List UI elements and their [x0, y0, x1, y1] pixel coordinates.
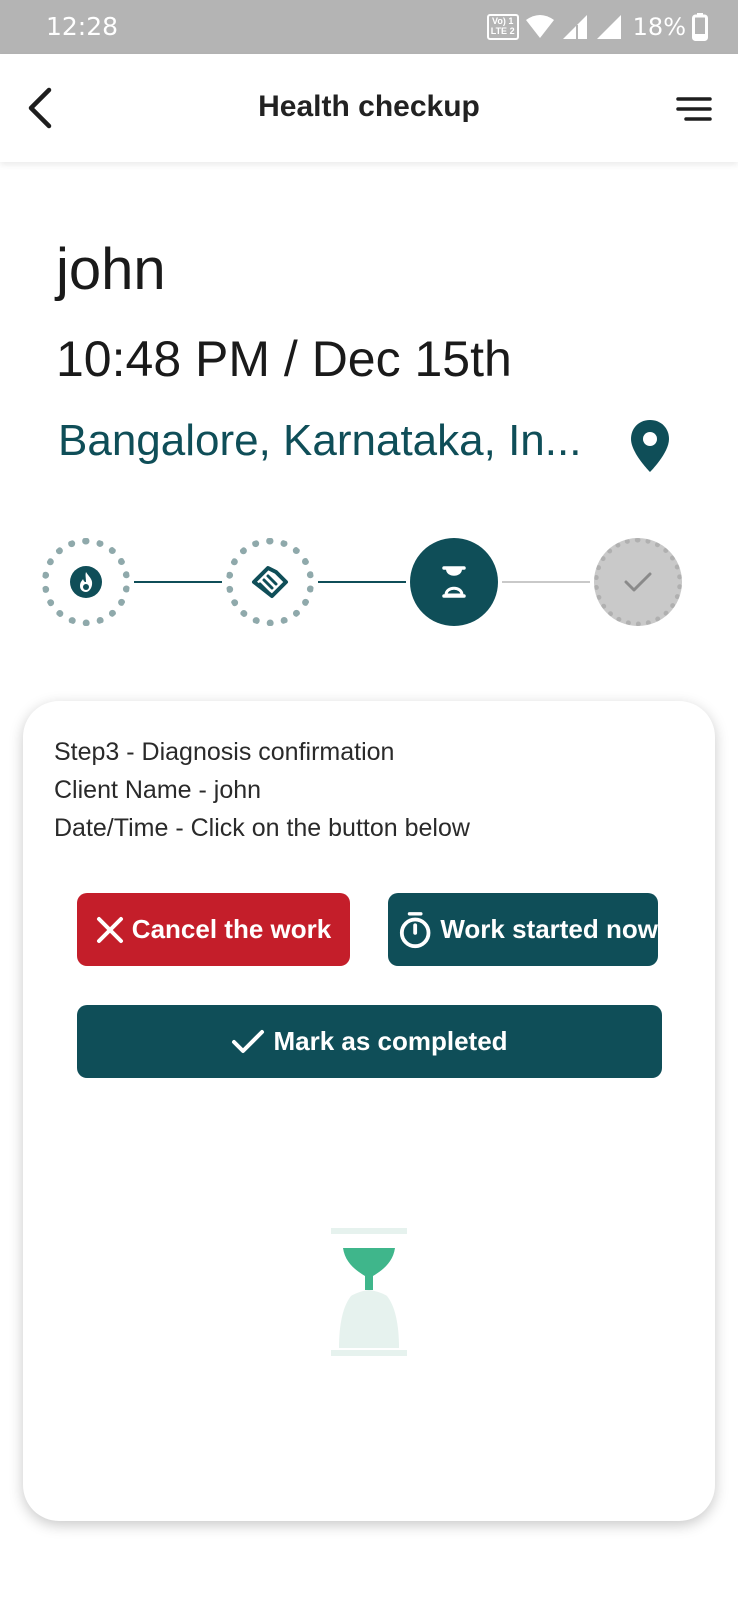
status-icons: Vo) 1 LTE 2 18% — [486, 12, 708, 42]
handshake-icon — [252, 566, 288, 598]
work-started-label: Work started now — [440, 914, 658, 944]
client-name: john — [56, 237, 166, 302]
cancel-work-label: Cancel the work — [131, 914, 332, 944]
step-3-diagnosis — [410, 538, 498, 626]
status-time: 12:28 — [46, 12, 119, 41]
check-icon — [624, 572, 652, 592]
battery-icon — [692, 13, 708, 41]
stopwatch-icon — [399, 911, 431, 948]
work-started-button[interactable]: Work started now — [388, 893, 658, 966]
step-2-accepted — [226, 538, 314, 626]
signal-icon — [562, 15, 587, 39]
menu-icon — [676, 97, 712, 121]
flame-icon — [70, 566, 102, 598]
page-title: Health checkup — [258, 90, 480, 123]
step-4-completed — [594, 538, 682, 626]
mark-completed-label: Mark as completed — [273, 1026, 508, 1056]
hourglass-icon — [442, 566, 466, 598]
app-bar: Health checkup — [0, 54, 738, 162]
status-bar: 12:28 Vo) 1 LTE 2 18% — [0, 0, 738, 54]
battery-percent: 18% — [632, 13, 686, 41]
work-card: Step3 - Diagnosis confirmation Client Na… — [23, 701, 715, 1521]
step-connector-3 — [502, 581, 590, 583]
wifi-icon — [525, 15, 554, 38]
volte-badge-icon: Vo) 1 LTE 2 — [486, 14, 519, 40]
volte-badge-top: Vo) 1 — [491, 16, 514, 26]
cancel-work-button[interactable]: Cancel the work — [77, 893, 350, 966]
mark-completed-button[interactable]: Mark as completed — [77, 1005, 662, 1078]
map-pin-icon[interactable] — [628, 418, 672, 474]
client-info: Client Name - john — [54, 776, 262, 804]
close-icon — [96, 916, 123, 943]
datetime-info: Date/Time - Click on the button below — [54, 814, 470, 842]
step-info: Step3 - Diagnosis confirmation — [54, 738, 395, 766]
menu-button[interactable] — [668, 84, 720, 134]
check-icon — [232, 1029, 265, 1053]
step-1-booked — [42, 538, 130, 626]
volte-badge-bottom: LTE 2 — [490, 26, 515, 36]
hourglass-illustration-icon — [331, 1228, 407, 1356]
signal-2-icon — [596, 15, 621, 39]
booking-location[interactable]: Bangalore, Karnataka, In... — [58, 416, 581, 466]
progress-stepper — [0, 530, 738, 630]
step-connector-1 — [134, 581, 222, 583]
step-connector-2 — [318, 581, 406, 583]
booking-datetime: 10:48 PM / Dec 15th — [56, 331, 512, 387]
